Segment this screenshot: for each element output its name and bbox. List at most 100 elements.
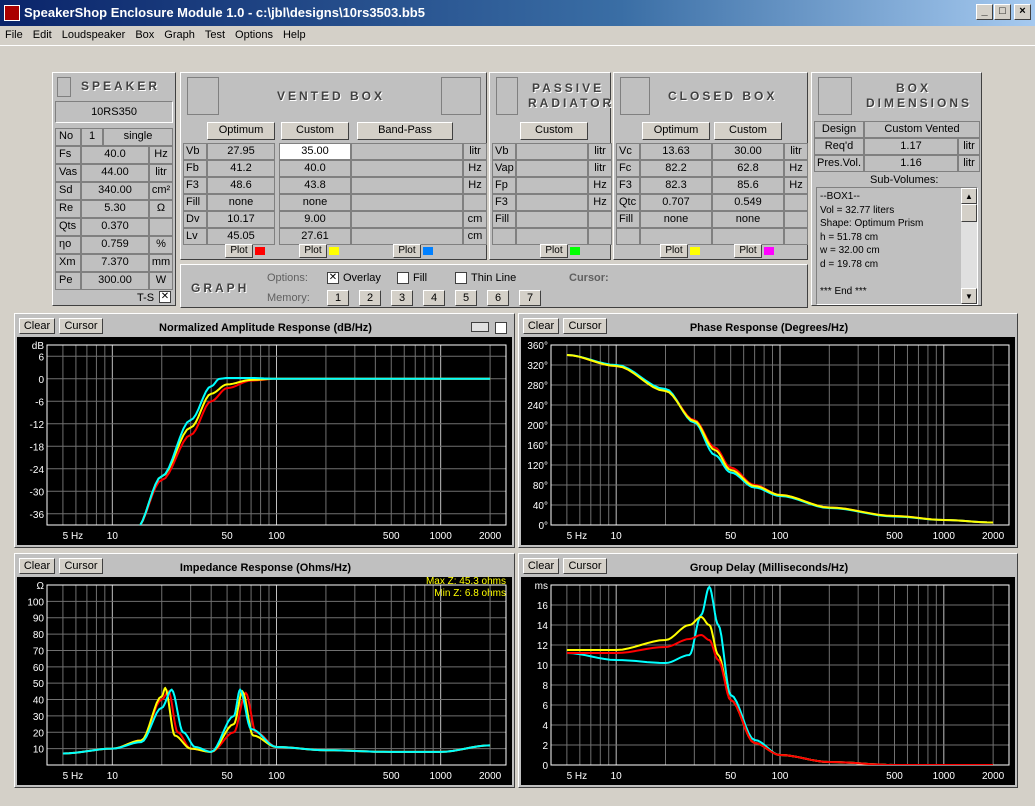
- vented-opt-value[interactable]: 41.2: [207, 160, 275, 177]
- vented-opt-value[interactable]: none: [207, 194, 275, 211]
- vented-custom-button[interactable]: Custom: [281, 122, 349, 140]
- gd-clear-button[interactable]: Clear: [523, 558, 559, 574]
- closed-optimum-button[interactable]: Optimum: [642, 122, 710, 140]
- vented-custom-value[interactable]: 27.61: [279, 228, 351, 245]
- speaker-param-value[interactable]: 0.759: [81, 236, 149, 254]
- passive--value[interactable]: [516, 228, 588, 245]
- menu-box[interactable]: Box: [130, 26, 159, 41]
- passive-plot-button[interactable]: Plot: [540, 244, 568, 258]
- fill-checkbox[interactable]: [397, 272, 409, 284]
- vented--value[interactable]: [351, 177, 463, 194]
- thin-line-checkbox[interactable]: [455, 272, 467, 284]
- phase-clear-button[interactable]: Clear: [523, 318, 559, 334]
- vented--value[interactable]: [351, 211, 463, 228]
- closed-plot-button[interactable]: Plot: [734, 244, 762, 258]
- scroll-down-button[interactable]: ▼: [961, 288, 977, 304]
- vented--value[interactable]: [351, 194, 463, 211]
- sub-volumes-list[interactable]: --BOX1-- Vol = 32.77 liters Shape: Optimum…: [816, 187, 978, 305]
- phase-plot-area[interactable]: 360° 320° 280° 240° 200° 160° 120° 80° 40° 0° 5 Hz…: [521, 337, 1015, 545]
- vented--value[interactable]: [351, 160, 463, 177]
- memory-button-7[interactable]: 7: [519, 290, 541, 306]
- vented-opt-value[interactable]: 48.6: [207, 177, 275, 194]
- speaker-param-value[interactable]: 0.370: [81, 218, 149, 236]
- vented-opt-value[interactable]: 45.05: [207, 228, 275, 245]
- speaker-param-value[interactable]: 340.00: [81, 182, 149, 200]
- close-button[interactable]: ×: [1014, 4, 1031, 20]
- speaker-param-value[interactable]: 40.0: [81, 146, 149, 164]
- vented-custom-value[interactable]: none: [279, 194, 351, 211]
- memory-button-5[interactable]: 5: [455, 290, 477, 306]
- vented-optimum-button[interactable]: Optimum: [207, 122, 275, 140]
- vented-plot-color-swatch[interactable]: [329, 247, 339, 255]
- speaker-param-value[interactable]: 7.370: [81, 254, 149, 272]
- vented-plot-button[interactable]: Plot: [225, 244, 253, 258]
- closed-opt-value[interactable]: 82.3: [640, 177, 712, 194]
- vented-plot-button[interactable]: Plot: [299, 244, 327, 258]
- closed-opt-value[interactable]: none: [640, 211, 712, 228]
- closed-opt-value[interactable]: 0.707: [640, 194, 712, 211]
- memory-button-4[interactable]: 4: [423, 290, 445, 306]
- menu-loudspeaker[interactable]: Loudspeaker: [57, 26, 131, 41]
- menu-test[interactable]: Test: [200, 26, 230, 41]
- vented-custom-value[interactable]: 43.8: [279, 177, 351, 194]
- closed-custom-value[interactable]: none: [712, 211, 784, 228]
- passive--value[interactable]: [516, 143, 588, 160]
- amp-plot-area[interactable]: 6 0 -6 -12 -18 -24 -30 -36 dB 5 Hz 10 50 100 500 1000 2…: [17, 337, 512, 545]
- vented-custom-value[interactable]: 35.00: [279, 143, 351, 160]
- closed-custom-button[interactable]: Custom: [714, 122, 782, 140]
- passive--value[interactable]: [516, 160, 588, 177]
- closed-plot-color-swatch[interactable]: [690, 247, 700, 255]
- maximize-button[interactable]: □: [994, 4, 1011, 20]
- speaker-param-value[interactable]: 1: [81, 128, 103, 146]
- amp-extra-checkbox[interactable]: [495, 322, 507, 334]
- amp-clear-button[interactable]: Clear: [19, 318, 55, 334]
- menu-help[interactable]: Help: [278, 26, 311, 41]
- minimize-button[interactable]: _: [976, 4, 993, 20]
- vented-opt-value[interactable]: 27.95: [207, 143, 275, 160]
- closed-plot-button[interactable]: Plot: [660, 244, 688, 258]
- closed-custom-value[interactable]: 85.6: [712, 177, 784, 194]
- memory-button-3[interactable]: 3: [391, 290, 413, 306]
- passive--value[interactable]: [516, 211, 588, 228]
- vented-plot-color-swatch[interactable]: [423, 247, 433, 255]
- imp-cursor-button[interactable]: Cursor: [59, 558, 103, 574]
- vented-plot-button[interactable]: Plot: [393, 244, 421, 258]
- speaker-model[interactable]: 10RS350: [55, 101, 173, 123]
- closed-opt-value[interactable]: 82.2: [640, 160, 712, 177]
- menu-options[interactable]: Options: [230, 26, 278, 41]
- design-value[interactable]: Custom Vented: [864, 121, 980, 138]
- closed-custom-value[interactable]: 0.549: [712, 194, 784, 211]
- scroll-thumb[interactable]: [961, 204, 977, 222]
- vented-plot-color-swatch[interactable]: [255, 247, 265, 255]
- menu-file[interactable]: File: [0, 26, 28, 41]
- speaker-param-value[interactable]: 44.00: [81, 164, 149, 182]
- passive-plot-color-swatch[interactable]: [570, 247, 580, 255]
- closed-custom-value[interactable]: 62.8: [712, 160, 784, 177]
- speaker-param-value[interactable]: 5.30: [81, 200, 149, 218]
- memory-button-2[interactable]: 2: [359, 290, 381, 306]
- menu-edit[interactable]: Edit: [28, 26, 57, 41]
- camera-icon[interactable]: [471, 322, 489, 332]
- imp-plot-area[interactable]: Max Z: 45.3 ohms Min Z: 6.8 ohms 100 90 80 70…: [17, 576, 512, 785]
- closed-custom-value[interactable]: 30.00: [712, 143, 784, 160]
- closed-plot-color-swatch[interactable]: [764, 247, 774, 255]
- passive--value[interactable]: [516, 177, 588, 194]
- amp-cursor-button[interactable]: Cursor: [59, 318, 103, 334]
- passive--value[interactable]: [516, 194, 588, 211]
- ts-checkbox[interactable]: ✕: [159, 291, 171, 303]
- gd-plot-area[interactable]: 16 14 12 10 8 6 4 2 0 ms 5 Hz 10 50 100 500 1000 2000: [521, 577, 1015, 785]
- closed-opt-value[interactable]: [640, 228, 712, 245]
- memory-button-6[interactable]: 6: [487, 290, 509, 306]
- phase-cursor-button[interactable]: Cursor: [563, 318, 607, 334]
- imp-clear-button[interactable]: Clear: [19, 558, 55, 574]
- vented--value[interactable]: [351, 143, 463, 160]
- closed-opt-value[interactable]: 13.63: [640, 143, 712, 160]
- menu-graph[interactable]: Graph: [159, 26, 200, 41]
- vented--value[interactable]: [351, 228, 463, 245]
- overlay-checkbox[interactable]: ✕: [327, 272, 339, 284]
- closed-custom-value[interactable]: [712, 228, 784, 245]
- passive-custom-button[interactable]: Custom: [520, 122, 588, 140]
- sub-volumes-scrollbar[interactable]: ▲ ▼: [961, 188, 977, 304]
- scroll-up-button[interactable]: ▲: [961, 188, 977, 204]
- gd-cursor-button[interactable]: Cursor: [563, 558, 607, 574]
